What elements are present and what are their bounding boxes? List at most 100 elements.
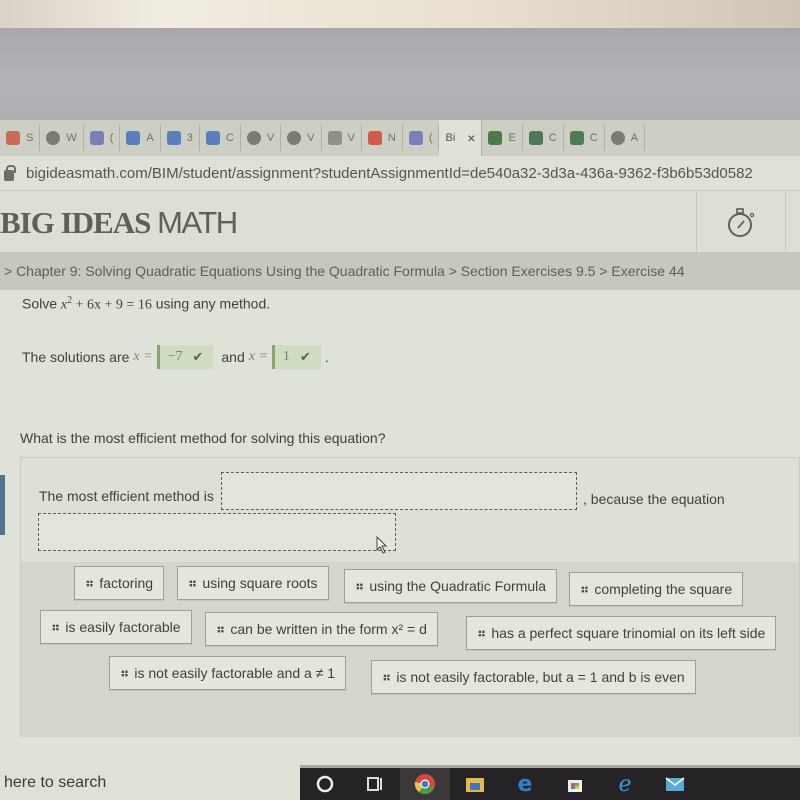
browser-tab[interactable]: 3 bbox=[161, 125, 200, 151]
browser-tab[interactable]: W bbox=[40, 125, 84, 151]
drag-handle-icon: ⠶ bbox=[382, 670, 391, 684]
browser-tab[interactable]: V bbox=[322, 125, 362, 151]
period: . bbox=[324, 349, 329, 365]
timer-button[interactable] bbox=[696, 191, 786, 253]
browser-tab[interactable]: A bbox=[605, 125, 646, 151]
url-text[interactable]: bigideasmath.com/BIM/student/assignment?… bbox=[26, 165, 753, 182]
exercise-content: Solve x2 + 6x + 9 = 16 using any method.… bbox=[0, 290, 800, 765]
address-bar[interactable]: bigideasmath.com/BIM/student/assignment?… bbox=[0, 156, 800, 190]
answer-field-2[interactable]: 1 ✔ bbox=[271, 345, 321, 369]
browser-tab-label: 3 bbox=[186, 132, 193, 144]
answer-2-value: 1 bbox=[282, 349, 290, 364]
mail-icon[interactable] bbox=[650, 768, 700, 800]
chip-label: using the Quadratic Formula bbox=[369, 578, 547, 594]
store-icon[interactable] bbox=[550, 768, 600, 800]
q1-equation: + 6x + 9 = 16 bbox=[72, 297, 152, 313]
checkmark-icon: ✔ bbox=[192, 349, 204, 365]
browser-tab-label: C bbox=[589, 132, 598, 144]
browser-tab[interactable]: A bbox=[120, 125, 161, 151]
q1-suffix: using any method. bbox=[151, 295, 271, 312]
q1-prefix: Solve bbox=[22, 295, 61, 312]
browser-tab-label: E bbox=[508, 132, 516, 144]
stopwatch-icon bbox=[728, 208, 755, 237]
chip-completing-the-square[interactable]: ⠶ completing the square bbox=[569, 572, 744, 606]
globe-icon bbox=[287, 131, 302, 145]
logo-bold: BIG IDEAS bbox=[0, 205, 151, 240]
solutions-label: The solutions are bbox=[22, 349, 130, 365]
because-text: , because the equation bbox=[583, 491, 725, 507]
word-icon bbox=[126, 131, 141, 145]
background-window bbox=[0, 0, 800, 28]
chip-factoring[interactable]: ⠶ factoring bbox=[74, 566, 165, 600]
cortana-icon[interactable] bbox=[300, 768, 350, 800]
file-explorer-icon[interactable] bbox=[450, 768, 500, 800]
drag-handle-icon: ⠶ bbox=[477, 626, 486, 640]
breadcrumb-text[interactable]: > Chapter 9: Solving Quadratic Equations… bbox=[4, 263, 685, 279]
diamond-icon bbox=[528, 131, 543, 145]
chip-label: is not easily factorable, but a = 1 and … bbox=[396, 669, 685, 685]
browser-tab-label: V bbox=[307, 132, 315, 144]
browser-tab[interactable]: ( bbox=[84, 125, 121, 151]
chrome-icon[interactable] bbox=[400, 768, 450, 800]
drag-handle-icon: ⠶ bbox=[216, 622, 225, 636]
teams-icon bbox=[89, 131, 104, 145]
chip-label: can be written in the form x² = d bbox=[230, 621, 427, 637]
x-equals-2: x = bbox=[248, 349, 268, 364]
browser-tab[interactable]: C bbox=[564, 125, 605, 151]
task-view-icon[interactable] bbox=[350, 768, 400, 800]
browser-tab-label: V bbox=[347, 132, 355, 144]
browser-tab-label: S bbox=[26, 132, 34, 144]
chip-form-x2-d[interactable]: ⠶ can be written in the form x² = d bbox=[205, 612, 438, 646]
drag-drop-area: The most efficient method is , because t… bbox=[20, 457, 800, 737]
browser-tab[interactable]: S bbox=[0, 125, 41, 151]
browser-tab[interactable]: V bbox=[281, 125, 322, 151]
browser-tab[interactable]: ( bbox=[403, 125, 440, 151]
drag-handle-icon: ⠶ bbox=[51, 620, 60, 634]
browser-tabstrip: S W (A 3 C V V V N (Bi × E C C A bbox=[0, 120, 800, 156]
word-icon bbox=[205, 131, 220, 145]
globe-icon bbox=[246, 131, 261, 145]
chip-perfect-square-trinomial[interactable]: ⠶ has a perfect square trinomial on its l… bbox=[466, 616, 777, 650]
browser-tab-label: W bbox=[66, 132, 77, 144]
question-1-text: Solve x2 + 6x + 9 = 16 using any method. bbox=[22, 295, 270, 314]
globe-icon bbox=[610, 131, 625, 145]
chip-not-factorable-a-1-b-even[interactable]: ⠶ is not easily factorable, but a = 1 and… bbox=[371, 660, 696, 694]
edge-icon[interactable]: e bbox=[500, 768, 550, 800]
browser-tab[interactable]: N bbox=[362, 125, 403, 151]
chip-label: has a perfect square trinomial on its le… bbox=[491, 625, 766, 641]
chip-not-factorable-a-neq-1[interactable]: ⠶ is not easily factorable and a ≠ 1 bbox=[109, 656, 347, 690]
side-panel-tab[interactable] bbox=[0, 475, 5, 535]
search-placeholder: here to search bbox=[4, 773, 107, 791]
browser-tab-label: ( bbox=[428, 132, 433, 144]
breadcrumb[interactable]: > Chapter 9: Solving Quadratic Equations… bbox=[0, 252, 800, 290]
taskbar-search[interactable]: here to search bbox=[0, 765, 300, 800]
close-tab-icon[interactable]: × bbox=[467, 130, 475, 146]
office-icon bbox=[367, 131, 382, 145]
big-ideas-math-logo[interactable]: BIG IDEAS MATH bbox=[0, 205, 238, 241]
browser-tab[interactable]: C bbox=[200, 125, 241, 151]
x-equals-1: x = bbox=[133, 349, 153, 364]
chip-using-square-roots[interactable]: ⠶ using square roots bbox=[177, 566, 329, 600]
browser-tab[interactable]: E bbox=[482, 125, 523, 151]
browser-tab[interactable]: C bbox=[523, 125, 564, 151]
lock-icon bbox=[4, 164, 16, 181]
and-label: and bbox=[221, 349, 245, 365]
chip-easily-factorable[interactable]: ⠶ is easily factorable bbox=[40, 610, 192, 644]
word-icon bbox=[166, 131, 181, 145]
diamond-icon bbox=[569, 131, 584, 145]
drop-slot-method[interactable] bbox=[221, 472, 577, 510]
internet-explorer-icon[interactable]: e bbox=[600, 768, 650, 800]
browser-tab[interactable]: Bi × bbox=[439, 120, 483, 156]
answer-bank: ⠶ factoring ⠶ using square roots ⠶ using th… bbox=[21, 562, 799, 737]
mouse-cursor-icon bbox=[376, 536, 388, 554]
monitor-bezel bbox=[0, 28, 800, 120]
chip-quadratic-formula[interactable]: ⠶ using the Quadratic Formula bbox=[344, 569, 558, 603]
browser-tab-label: C bbox=[225, 132, 234, 144]
browser-tab-label: A bbox=[630, 132, 639, 144]
answer-field-1[interactable]: −7 ✔ bbox=[156, 345, 214, 369]
browser-tab-label: C bbox=[548, 132, 557, 144]
browser-tab-label: A bbox=[146, 132, 154, 144]
page: BIG IDEAS MATH > Chapter 9: Solving Quad… bbox=[0, 190, 800, 765]
drop-slot-reason[interactable] bbox=[38, 513, 396, 551]
browser-tab[interactable]: V bbox=[241, 125, 282, 151]
